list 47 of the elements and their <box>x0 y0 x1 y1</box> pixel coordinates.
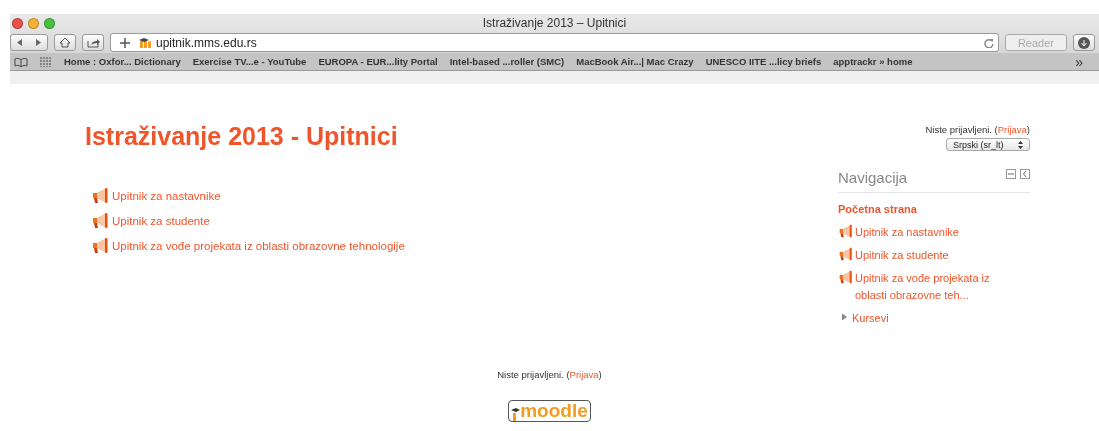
select-arrows-icon <box>1018 140 1023 149</box>
share-icon <box>86 37 100 48</box>
bookmark-link[interactable]: Intel-based ...roller (SMC) <box>449 56 565 67</box>
megaphone-icon <box>838 247 853 262</box>
graduation-cap-icon <box>511 407 521 421</box>
megaphone-icon <box>91 237 109 255</box>
login-status: Niste prijavljeni. (Prijava) <box>925 124 1030 135</box>
nav-link[interactable]: Upitnik za vođe projekata iz oblasti obrazovne teh... <box>855 270 1015 304</box>
zoom-button[interactable] <box>44 17 55 29</box>
bookmark-link[interactable]: Home : Oxfor... Dictionary <box>64 56 181 67</box>
bookmark-link[interactable]: Exercise TV...e - YouTube <box>192 56 307 67</box>
activity-link[interactable]: Upitnik za studente <box>112 215 210 227</box>
more-bookmarks-button[interactable]: » <box>1075 53 1083 70</box>
window-title: Istraživanje 2013 – Upitnici <box>481 16 628 30</box>
minimize-button[interactable] <box>28 17 39 29</box>
megaphone-icon <box>91 187 109 205</box>
home-button[interactable] <box>54 34 76 51</box>
activity-link[interactable]: Upitnik za nastavnike <box>112 190 221 202</box>
bookmark-link[interactable]: EUROPA - EUR...lity Portal <box>318 56 438 67</box>
megaphone-icon <box>838 224 853 239</box>
login-status: Niste prijavljeni. (Prijava) <box>497 369 602 380</box>
nav-link[interactable]: Upitnik za studente <box>855 247 1015 264</box>
back-forward-icon <box>16 38 42 47</box>
language-select[interactable]: Srpski (sr_lt) <box>946 138 1030 151</box>
home-link[interactable]: Početna strana <box>838 201 917 218</box>
downloads-button[interactable] <box>1073 34 1095 51</box>
bookmark-link[interactable]: apptrackr » home <box>833 56 913 67</box>
dock-icon[interactable] <box>1020 169 1030 179</box>
reader-button[interactable]: Reader <box>1004 34 1067 51</box>
moodle-logo[interactable]: moodle <box>508 400 591 422</box>
megaphone-icon <box>91 212 109 230</box>
collapse-icon[interactable] <box>1006 169 1016 179</box>
bookmark-link[interactable]: MacBook Air...| Mac Crazy <box>576 56 694 67</box>
nav-link[interactable]: Kursevi <box>852 310 1012 327</box>
download-icon <box>1078 36 1090 49</box>
page-title: Istraživanje 2013 - Upitnici <box>85 122 399 151</box>
close-button[interactable] <box>12 17 23 29</box>
back-forward-button[interactable] <box>10 34 48 51</box>
nav-link[interactable]: Upitnik za nastavnike <box>855 224 1015 241</box>
activity-link[interactable]: Upitnik za vođe projekata iz oblasti obrazovne tehnologije <box>112 240 405 252</box>
share-button[interactable] <box>82 34 104 51</box>
book-icon[interactable] <box>14 56 28 67</box>
home-icon <box>59 37 71 48</box>
grid-icon[interactable] <box>40 56 52 67</box>
megaphone-icon <box>838 270 853 285</box>
block-title: Navigacija <box>838 169 908 186</box>
bookmark-link[interactable]: UNESCO IITE ...licy briefs <box>705 56 822 67</box>
